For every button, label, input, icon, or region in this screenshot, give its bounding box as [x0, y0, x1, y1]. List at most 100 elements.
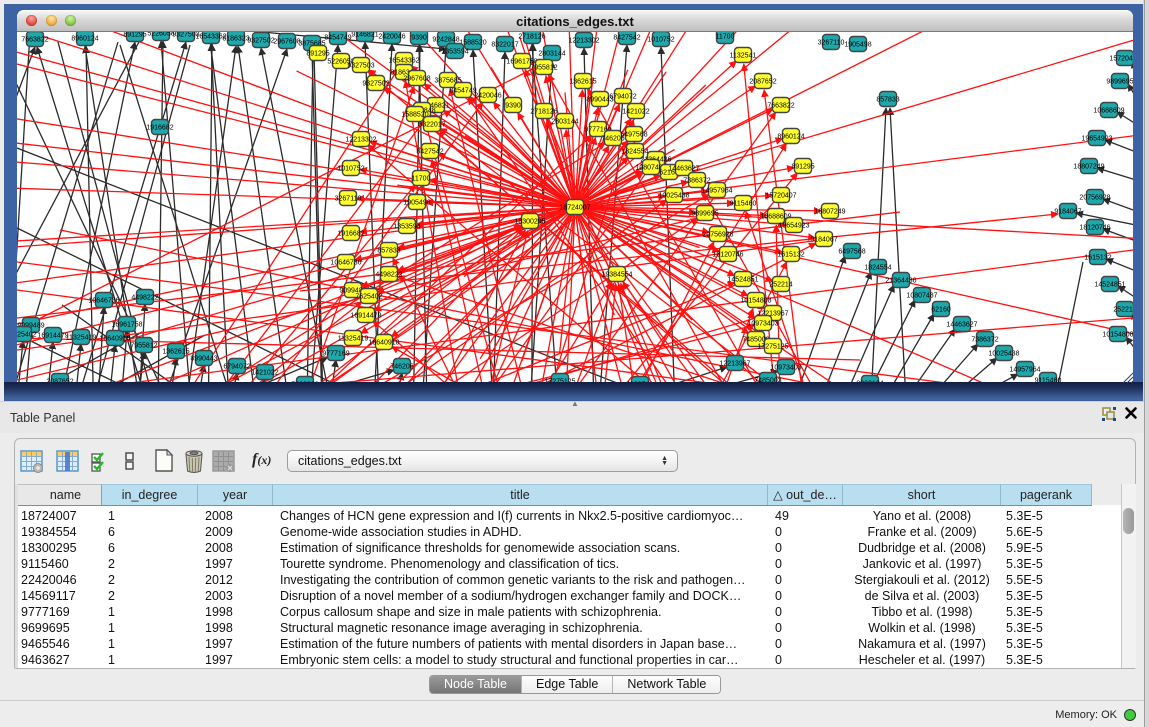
- svg-text:19654923: 19654923: [1081, 136, 1112, 143]
- svg-text:6497568: 6497568: [838, 249, 865, 256]
- svg-text:891295: 891295: [306, 51, 329, 58]
- svg-text:2967608: 2967608: [403, 76, 430, 83]
- svg-text:1905498: 1905498: [844, 42, 871, 49]
- svg-text:4498222: 4498222: [375, 272, 402, 279]
- svg-text:7386372: 7386372: [683, 178, 710, 185]
- svg-text:18724007: 18724007: [559, 205, 590, 212]
- svg-text:9390: 9390: [505, 103, 521, 110]
- svg-text:11700: 11700: [716, 34, 735, 41]
- svg-text:8186323: 8186323: [222, 36, 249, 43]
- svg-text:7485003: 7485003: [754, 378, 781, 383]
- svg-text:10973403: 10973403: [770, 365, 801, 372]
- svg-text:18300295: 18300295: [514, 219, 545, 226]
- svg-text:857833: 857833: [377, 248, 400, 255]
- svg-text:8960124: 8960124: [71, 36, 98, 43]
- svg-text:18120746: 18120746: [1079, 225, 1110, 232]
- svg-text:16961758: 16961758: [111, 322, 142, 329]
- svg-text:14524851: 14524851: [727, 277, 758, 284]
- svg-text:5226058: 5226058: [147, 32, 174, 38]
- svg-text:8427542: 8427542: [416, 149, 443, 156]
- svg-text:10646736: 10646736: [330, 260, 361, 267]
- svg-text:17275125: 17275125: [757, 344, 788, 351]
- svg-text:7625402: 7625402: [355, 294, 382, 301]
- svg-text:1615132: 1615132: [1084, 255, 1111, 262]
- svg-text:2967608: 2967608: [273, 39, 300, 46]
- svg-text:252214: 252214: [769, 282, 792, 289]
- svg-text:9327502: 9327502: [362, 81, 389, 88]
- svg-text:9390: 9390: [411, 35, 427, 42]
- svg-text:11325419: 11325419: [338, 336, 369, 343]
- svg-text:12213302: 12213302: [345, 137, 376, 144]
- svg-text:19654923: 19654923: [778, 223, 809, 230]
- svg-text:8960124: 8960124: [777, 134, 804, 141]
- svg-text:2087652: 2087652: [46, 379, 73, 383]
- svg-text:1362615: 1362615: [162, 349, 189, 356]
- svg-text:20756928: 20756928: [1079, 195, 1110, 202]
- svg-text:7663822: 7663822: [767, 103, 794, 110]
- svg-text:1132541: 1132541: [730, 53, 757, 60]
- svg-text:2420046: 2420046: [474, 93, 501, 100]
- svg-text:14957964: 14957964: [701, 188, 732, 195]
- svg-text:6794072: 6794072: [609, 94, 636, 101]
- svg-text:18640910: 18640910: [368, 340, 399, 347]
- svg-text:891295: 891295: [791, 164, 814, 171]
- svg-text:9327502: 9327502: [247, 38, 274, 45]
- svg-text:2718126: 2718126: [530, 109, 557, 116]
- svg-text:18120746: 18120746: [712, 252, 743, 259]
- svg-text:8990443: 8990443: [190, 356, 217, 363]
- svg-text:11700: 11700: [412, 176, 431, 183]
- svg-text:2420046: 2420046: [378, 34, 405, 41]
- svg-text:9146821: 9146821: [351, 32, 378, 39]
- svg-text:8454749: 8454749: [449, 88, 476, 95]
- svg-text:1010752: 1010752: [647, 37, 674, 44]
- svg-text:9242848: 9242848: [432, 37, 459, 44]
- svg-text:857833: 857833: [876, 97, 899, 104]
- svg-text:9115460: 9115460: [1035, 378, 1062, 383]
- svg-text:2803144: 2803144: [538, 51, 565, 58]
- svg-text:8960124: 8960124: [856, 381, 883, 383]
- svg-text:10025438: 10025438: [658, 193, 689, 200]
- svg-text:7663822: 7663822: [291, 382, 318, 383]
- svg-text:11325419: 11325419: [66, 335, 97, 342]
- svg-text:1916682: 1916682: [146, 125, 173, 132]
- svg-text:3267110: 3267110: [818, 40, 845, 47]
- svg-text:14463627: 14463627: [946, 322, 977, 329]
- svg-text:8322017: 8322017: [418, 122, 445, 129]
- svg-text:7663822: 7663822: [21, 37, 48, 44]
- svg-text:16543362: 16543362: [388, 58, 419, 65]
- svg-text:8322017: 8322017: [491, 42, 518, 49]
- svg-text:10646736: 10646736: [88, 298, 119, 305]
- svg-text:1010752: 1010752: [337, 166, 364, 173]
- svg-text:3267110: 3267110: [335, 196, 362, 203]
- svg-text:2803144: 2803144: [551, 119, 578, 126]
- svg-text:746206: 746206: [390, 364, 413, 371]
- svg-text:7955812: 7955812: [130, 343, 157, 350]
- svg-text:14524851: 14524851: [1094, 282, 1125, 289]
- svg-text:18807249: 18807249: [1073, 164, 1104, 171]
- svg-text:1353594: 1353594: [441, 49, 468, 56]
- svg-text:1824554: 1824554: [621, 149, 648, 156]
- svg-text:10973403: 10973403: [747, 321, 778, 328]
- svg-text:4498222: 4498222: [131, 295, 158, 302]
- svg-text:2718126: 2718126: [518, 34, 545, 41]
- svg-text:9899695: 9899695: [1106, 79, 1133, 86]
- svg-text:15720407: 15720407: [1109, 56, 1133, 63]
- svg-text:18640910: 18640910: [99, 336, 130, 343]
- svg-text:1353594: 1353594: [393, 224, 420, 231]
- svg-text:10025438: 10025438: [988, 351, 1019, 358]
- svg-text:1615132: 1615132: [777, 252, 804, 259]
- svg-text:62160: 62160: [931, 307, 951, 314]
- svg-text:9899695: 9899695: [691, 211, 718, 218]
- svg-text:1916682: 1916682: [337, 231, 364, 238]
- svg-text:14957964: 14957964: [1009, 367, 1040, 374]
- svg-text:15720407: 15720407: [765, 193, 796, 200]
- svg-text:19384554: 19384554: [601, 272, 632, 279]
- svg-text:1421022: 1421022: [251, 370, 278, 377]
- svg-text:9184067: 9184067: [810, 237, 837, 244]
- svg-text:9327503: 9327503: [347, 63, 374, 70]
- svg-text:9115460: 9115460: [730, 201, 757, 208]
- svg-text:6794072: 6794072: [223, 364, 250, 371]
- svg-text:20756928: 20756928: [702, 232, 733, 239]
- svg-text:7386372: 7386372: [971, 337, 998, 344]
- svg-text:12213302: 12213302: [568, 38, 599, 45]
